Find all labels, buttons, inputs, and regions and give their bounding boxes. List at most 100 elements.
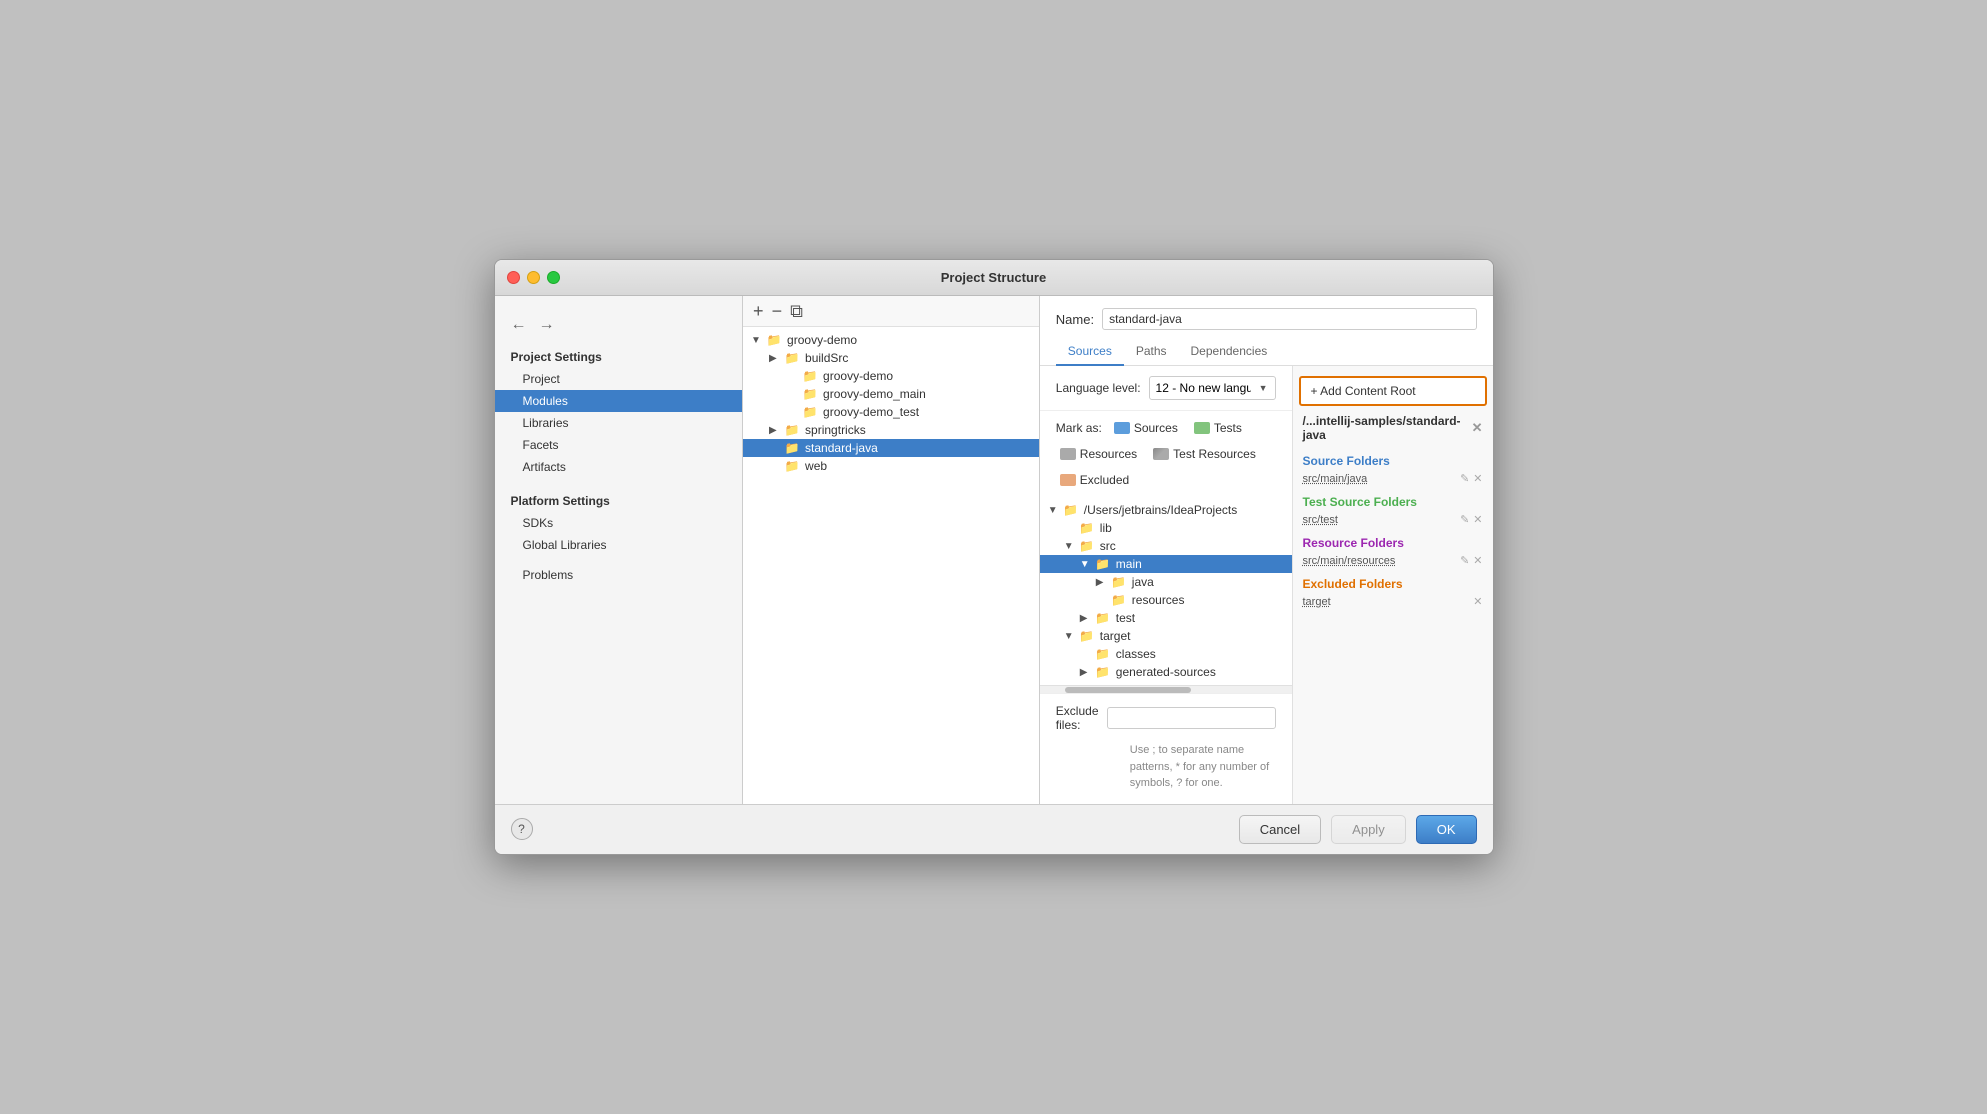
resource-folder-icons-0: ✎ ✕ [1460,554,1482,567]
sidebar-item-problems[interactable]: Problems [495,564,743,586]
sidebar-item-modules[interactable]: Modules [495,390,743,412]
language-level-select[interactable]: 8 - Lambdas, type annotations etc.11 - L… [1149,376,1276,400]
dialog-body: ← → Project Settings Project Modules Lib… [495,296,1493,804]
mark-test-resources-button[interactable]: Test Resources [1149,445,1260,463]
horizontal-scrollbar[interactable] [1040,685,1292,693]
file-node-test[interactable]: ▶ 📁 test [1040,609,1292,627]
back-button[interactable]: ← [511,316,527,334]
resource-folder-entry-0: src/main/resources ✎ ✕ [1293,552,1493,569]
add-module-button[interactable]: + [753,302,764,320]
tab-paths[interactable]: Paths [1124,338,1179,366]
source-folder-path-0: src/main/java [1303,473,1461,485]
remove-source-folder-0[interactable]: ✕ [1473,472,1482,485]
file-node-classes[interactable]: 📁 classes [1040,645,1292,663]
traffic-lights [507,271,560,284]
test-folder-path-0: src/test [1303,514,1461,526]
tree-node-standard-java[interactable]: 📁 standard-java [743,439,1039,457]
tree-node-web[interactable]: 📁 web [743,457,1039,475]
sidebar-item-global-libraries[interactable]: Global Libraries [495,534,743,556]
mark-as-row: Mark as: Sources Tests Resources [1040,411,1292,497]
tree-label-groovy-demo-main: groovy-demo_main [823,387,926,401]
maximize-button[interactable] [547,271,560,284]
remove-test-folder-0[interactable]: ✕ [1473,513,1482,526]
label-test: test [1116,611,1135,625]
nav-arrows: ← → [495,308,743,342]
remove-resource-folder-0[interactable]: ✕ [1473,554,1482,567]
tab-dependencies[interactable]: Dependencies [1179,338,1280,366]
excluded-folders-title: Excluded Folders [1293,569,1493,593]
ok-button[interactable]: OK [1416,815,1477,844]
folder-icon-groovy-demo-main: 📁 [801,387,819,401]
mark-tests-button[interactable]: Tests [1190,419,1246,437]
tree-arrow-groovy-demo: ▼ [751,335,765,346]
tab-sources[interactable]: Sources [1056,338,1124,366]
apply-button[interactable]: Apply [1331,815,1406,844]
file-node-generated-sources[interactable]: ▶ 📁 generated-sources [1040,663,1292,681]
mark-sources-button[interactable]: Sources [1110,419,1182,437]
folder-icon-web: 📁 [783,459,801,473]
copy-module-button[interactable]: ⧉ [790,302,803,320]
minimize-button[interactable] [527,271,540,284]
tree-node-groovy-demo[interactable]: ▼ 📁 groovy-demo [743,331,1039,349]
add-content-root-button[interactable]: + Add Content Root [1299,376,1487,406]
exclude-files-row: Exclude files: [1040,693,1292,742]
edit-source-folder-0[interactable]: ✎ [1460,472,1469,485]
sidebar-item-facets[interactable]: Facets [495,434,743,456]
folder-icon-buildsrc: 📁 [783,351,801,365]
sources-left: Language level: 8 - Lambdas, type annota… [1040,366,1293,804]
remove-excluded-folder-0[interactable]: ✕ [1473,595,1482,608]
exclude-files-input[interactable] [1107,707,1276,729]
file-node-main[interactable]: ▼ 📁 main [1040,555,1292,573]
project-structure-dialog: Project Structure ← → Project Settings P… [494,259,1494,855]
tree-node-springtricks[interactable]: ▶ 📁 springtricks [743,421,1039,439]
close-button[interactable] [507,271,520,284]
file-node-src[interactable]: ▼ 📁 src [1040,537,1292,555]
cancel-button[interactable]: Cancel [1239,815,1321,844]
mark-resources-label: Resources [1080,447,1137,461]
icon-target: 📁 [1078,629,1096,643]
file-node-target[interactable]: ▼ 📁 target [1040,627,1292,645]
file-node-lib[interactable]: 📁 lib [1040,519,1292,537]
folder-icon-groovy-demo-mod: 📁 [801,369,819,383]
sidebar-item-project[interactable]: Project [495,368,743,390]
source-folder-icons-0: ✎ ✕ [1460,472,1482,485]
help-button[interactable]: ? [511,818,533,840]
icon-generated: 📁 [1094,665,1112,679]
file-node-java[interactable]: ▶ 📁 java [1040,573,1292,591]
excluded-folder-icons-0: ✕ [1473,595,1482,608]
tree-label-web: web [805,459,827,473]
content-root-path: /...intellij-samples/standard-java ✕ [1293,410,1493,446]
label-lib: lib [1100,521,1112,535]
tree-node-buildsrc[interactable]: ▶ 📁 buildSrc [743,349,1039,367]
tree-node-groovy-demo-mod[interactable]: 📁 groovy-demo [743,367,1039,385]
mark-resources-button[interactable]: Resources [1056,445,1141,463]
remove-module-button[interactable]: − [772,302,783,320]
tree-node-groovy-demo-test[interactable]: 📁 groovy-demo_test [743,403,1039,421]
edit-resource-folder-0[interactable]: ✎ [1460,554,1469,567]
content-root-path-label: /...intellij-samples/standard-java [1303,414,1472,442]
label-classes: classes [1116,647,1156,661]
test-folder-icons-0: ✎ ✕ [1460,513,1482,526]
tabs-row: Sources Paths Dependencies [1040,338,1493,366]
sidebar-item-artifacts[interactable]: Artifacts [495,456,743,478]
mark-excluded-button[interactable]: Excluded [1056,471,1133,489]
name-input[interactable] [1102,308,1476,330]
bottom-buttons: Cancel Apply OK [1239,815,1477,844]
remove-content-root-button[interactable]: ✕ [1472,420,1483,436]
arrow-generated: ▶ [1080,667,1094,678]
tree-node-groovy-demo-main[interactable]: 📁 groovy-demo_main [743,385,1039,403]
source-folders-title: Source Folders [1293,446,1493,470]
file-node-ideaprojects[interactable]: ▼ 📁 /Users/jetbrains/IdeaProjects [1040,501,1292,519]
forward-button[interactable]: → [539,316,555,334]
tree-arrow-springtricks: ▶ [769,425,783,436]
sidebar-item-sdks[interactable]: SDKs [495,512,743,534]
dialog-title: Project Structure [941,270,1046,285]
edit-test-folder-0[interactable]: ✎ [1460,513,1469,526]
sidebar-item-libraries[interactable]: Libraries [495,412,743,434]
exclude-hint: Use ; to separate name patterns, * for a… [1040,742,1292,804]
mark-tests-label: Tests [1214,421,1242,435]
arrow-src: ▼ [1064,541,1078,552]
file-node-resources[interactable]: 📁 resources [1040,591,1292,609]
icon-test: 📁 [1094,611,1112,625]
label-java: java [1132,575,1154,589]
